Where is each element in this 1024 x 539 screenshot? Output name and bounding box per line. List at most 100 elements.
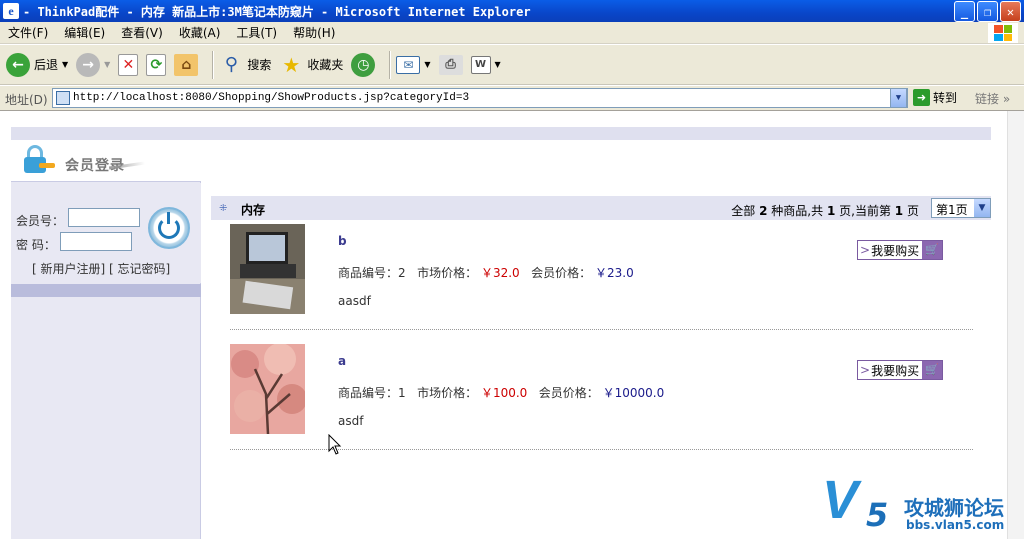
ie-icon: e (3, 3, 19, 19)
buy-label: 我要购买 (871, 243, 920, 258)
category-summary: 全部 2 种商品,共 1 页,当前第 1 页 (731, 202, 919, 219)
refresh-icon: ⟳ (146, 53, 167, 76)
sidebar-divider (11, 284, 201, 297)
forward-dropdown-icon[interactable]: ▼ (104, 60, 110, 69)
member-price-label: 会员价格： (531, 266, 592, 280)
login-header: 会员登录 (11, 140, 201, 182)
mouse-cursor-icon (328, 434, 342, 455)
browser-toolbar: ← 后退 ▼ → ▼ ✕ ⟳ ⌂ ⚲ 搜索 ★ 收藏夹 ◷ ✉ ▼ ⎙ W ▼ (0, 45, 1024, 85)
product-thumbnail-tree[interactable] (230, 344, 305, 434)
print-button[interactable]: ⎙ (438, 54, 463, 75)
password-label: 密 码： (16, 238, 56, 252)
address-bar: 地址(D) http://localhost:8080/Shopping/Sho… (0, 86, 1024, 111)
history-button[interactable]: ◷ (351, 52, 376, 77)
page-icon (56, 91, 70, 105)
product-description: aasdf (338, 294, 371, 308)
current-page: 1 (894, 204, 904, 218)
toolbar-separator (389, 50, 391, 79)
word-icon: W (470, 55, 491, 74)
buy-button[interactable]: > 我要购买 🛒 (857, 240, 943, 260)
history-icon: ◷ (351, 52, 376, 77)
address-dropdown-icon[interactable]: ▼ (890, 88, 907, 108)
market-price-label: 市场价格： (417, 386, 478, 400)
back-button[interactable]: ← 后退 ▼ (6, 52, 68, 77)
category-bar: ⁜ 内存 全部 2 种商品,共 1 页,当前第 1 页 第1页 ▼ (211, 196, 991, 220)
forward-button[interactable]: → ▼ (76, 52, 110, 77)
watermark-text: 攻城狮论坛 (904, 496, 1004, 520)
product-name[interactable]: a (338, 354, 346, 368)
stop-button[interactable]: ✕ (118, 53, 139, 76)
product-code: 2 (398, 266, 406, 280)
back-arrow-icon: ← (6, 52, 30, 77)
password-input[interactable] (60, 232, 132, 251)
close-button[interactable]: ✕ (1000, 1, 1021, 22)
address-input[interactable]: http://localhost:8080/Shopping/ShowProdu… (52, 88, 908, 108)
menu-favorites[interactable]: 收藏(A) (171, 24, 229, 41)
go-button[interactable]: ➜ 转到 (913, 89, 957, 106)
code-label: 商品编号： (338, 266, 399, 280)
chevron-right-icon: > (860, 363, 871, 377)
cart-icon: 🛒 (922, 361, 942, 379)
page-select[interactable]: 第1页 ▼ (931, 198, 991, 218)
register-forgot-links[interactable]: [ 新用户注册] [ 忘记密码] (32, 260, 170, 277)
home-button[interactable]: ⌂ (174, 53, 199, 76)
page-select-dropdown-icon[interactable]: ▼ (974, 199, 990, 217)
menu-help[interactable]: 帮助(H) (285, 24, 343, 41)
member-price: ￥10000.0 (602, 386, 665, 400)
go-arrow-icon: ➜ (913, 89, 930, 106)
product-name[interactable]: b (338, 234, 347, 248)
product-thumbnail-laptop[interactable] (230, 224, 305, 314)
buy-button[interactable]: > 我要购买 🛒 (857, 360, 943, 380)
home-icon: ⌂ (174, 53, 199, 76)
market-price-label: 市场价格： (417, 266, 478, 280)
window-titlebar: e - ThinkPad配件 - 内存 新品上市:3M笔记本防窥片 - Micr… (0, 0, 1024, 22)
total-count: 2 (759, 204, 768, 218)
back-label: 后退 (34, 58, 59, 72)
chevron-right-icon: > (860, 243, 871, 257)
buy-label: 我要购买 (871, 363, 920, 378)
menu-file[interactable]: 文件(F) (0, 24, 56, 41)
member-input[interactable] (68, 208, 140, 227)
links-button[interactable]: 链接 » (975, 90, 1010, 107)
product-description: asdf (338, 414, 364, 428)
menu-tools[interactable]: 工具(T) (228, 24, 285, 41)
member-price-label: 会员价格： (538, 386, 599, 400)
search-button[interactable]: ⚲ 搜索 (219, 53, 272, 77)
toolbar-separator (212, 50, 214, 79)
edit-button[interactable]: W ▼ (470, 55, 501, 74)
mail-button[interactable]: ✉ ▼ (396, 55, 431, 74)
forward-arrow-icon: → (76, 52, 101, 77)
page-count: 1 (826, 204, 836, 218)
power-icon (158, 212, 180, 239)
watermark-logo: V 5 攻城狮论坛 bbs.vlan5.com (822, 470, 1024, 539)
market-price: ￥32.0 (480, 266, 520, 280)
minimize-button[interactable]: _ (954, 1, 975, 22)
summary-suffix: 页 (906, 204, 919, 218)
star-icon: ★ (282, 52, 301, 77)
edit-dropdown-icon[interactable]: ▼ (495, 60, 501, 69)
product-item: b 商品编号：2 市场价格： ￥32.0 会员价格： ￥23.0 aasdf >… (230, 220, 973, 330)
menu-view[interactable]: 查看(V) (113, 24, 171, 41)
favorites-label: 收藏夹 (307, 58, 344, 72)
menu-edit[interactable]: 编辑(E) (56, 24, 113, 41)
page-select-value: 第1页 (936, 203, 968, 217)
stop-icon: ✕ (118, 53, 139, 76)
links-label: 链接 (975, 92, 1000, 106)
address-label: 地址(D) (5, 93, 48, 107)
back-dropdown-icon[interactable]: ▼ (62, 60, 68, 69)
go-label: 转到 (933, 91, 958, 105)
window-controls: _ ❐ ✕ (954, 1, 1021, 22)
product-info: 商品编号：1 市场价格： ￥100.0 会员价格： ￥10000.0 (338, 384, 664, 401)
printer-icon: ⎙ (438, 54, 463, 75)
favorites-button[interactable]: ★ 收藏夹 (279, 53, 343, 77)
login-power-button[interactable] (148, 207, 190, 249)
lock-key-icon (23, 145, 55, 173)
category-name: 内存 (241, 203, 266, 217)
mail-icon: ✉ (396, 55, 421, 74)
refresh-button[interactable]: ⟳ (146, 53, 167, 76)
mail-dropdown-icon[interactable]: ▼ (424, 60, 430, 69)
windows-logo-icon (988, 23, 1018, 43)
restore-button[interactable]: ❐ (977, 1, 998, 22)
watermark-url: bbs.vlan5.com (906, 518, 1005, 532)
product-info: 商品编号：2 市场价格： ￥32.0 会员价格： ￥23.0 (338, 264, 634, 281)
